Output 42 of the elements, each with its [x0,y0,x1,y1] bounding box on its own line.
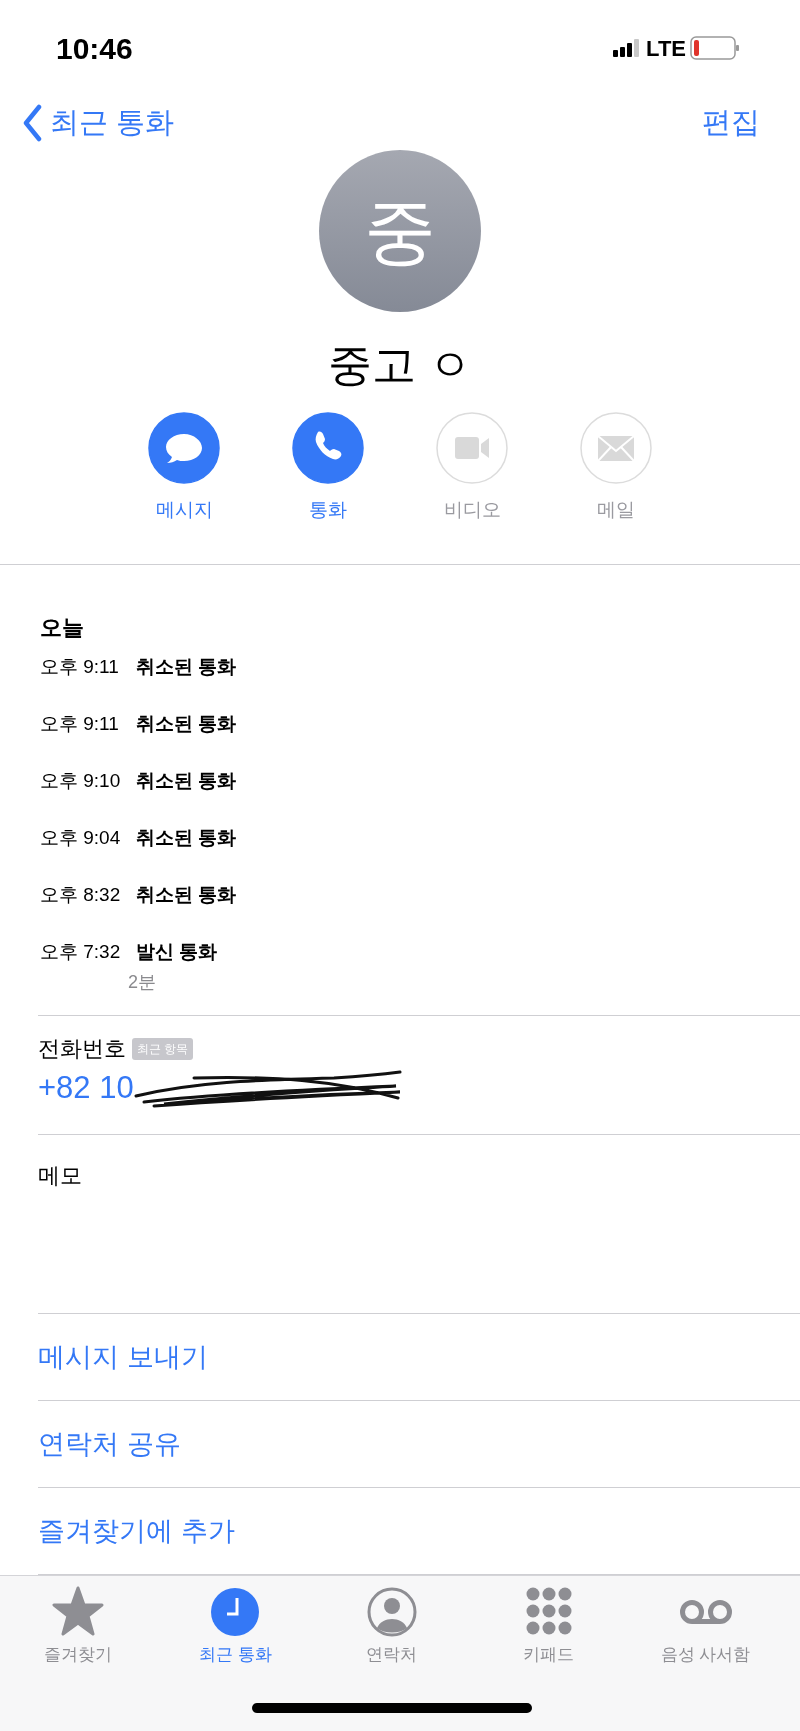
call-time: 오후 9:11 [40,655,120,679]
person-icon [366,1586,418,1638]
tab-bar-item[interactable]: 연락처 [313,1576,471,1669]
action-call-button[interactable]: 통화 [292,412,364,564]
back-button[interactable]: 최근 통화 [22,101,175,145]
envelope-icon [580,412,652,484]
star-icon [52,1586,105,1638]
network-label: LTE [646,34,686,63]
section-heading: 오늘 [40,615,84,640]
tab-bar-item[interactable]: 최근 통화 [156,1576,314,1669]
action-message-button[interactable]: 메시지 [148,412,220,564]
call-time: 오후 7:32 [40,940,122,964]
contact-name: 중고 ㅇ [327,339,473,391]
chevron-icon [22,104,42,142]
call-type: 취소된 통화 [136,712,237,736]
phone-label: 전화번호 [38,1035,126,1063]
phone-icon [292,412,364,484]
call-type: 취소된 통화 [136,826,237,850]
call-type: 발신 통화 [136,940,218,964]
call-time: 오후 8:32 [40,883,122,907]
clock-icon [209,1586,262,1638]
battery-icon [690,36,740,60]
call-time: 오후 9:10 [40,769,122,793]
tab-bar-item[interactable]: 키패드 [470,1576,628,1669]
call-type: 취소된 통화 [136,655,237,679]
call-time: 오후 9:11 [40,712,120,736]
call-type: 취소된 통화 [136,883,237,907]
action-link[interactable]: 연락처 공유 [38,1401,800,1487]
speech-bubble-icon [148,412,220,484]
call-duration: 2분 [128,972,156,992]
call-type: 취소된 통화 [136,769,237,793]
status-time: 10:46 [56,30,133,67]
phone-number-link[interactable]: +82 10 [38,1065,134,1112]
call-time: 오후 9:04 [40,826,122,850]
tab-bar-item[interactable]: 즐겨찾기 [0,1576,157,1669]
contact-avatar: 중 [319,150,481,312]
action-link[interactable]: 메시지 보내기 [38,1314,800,1400]
video-camera-icon [436,412,508,484]
action-link[interactable]: 즐겨찾기에 추가 [38,1488,800,1574]
memo-label: 메모 [38,1163,82,1188]
edit-button[interactable]: 편집 [702,101,760,145]
tab-bar-item[interactable]: 음성 사서함 [627,1576,784,1669]
